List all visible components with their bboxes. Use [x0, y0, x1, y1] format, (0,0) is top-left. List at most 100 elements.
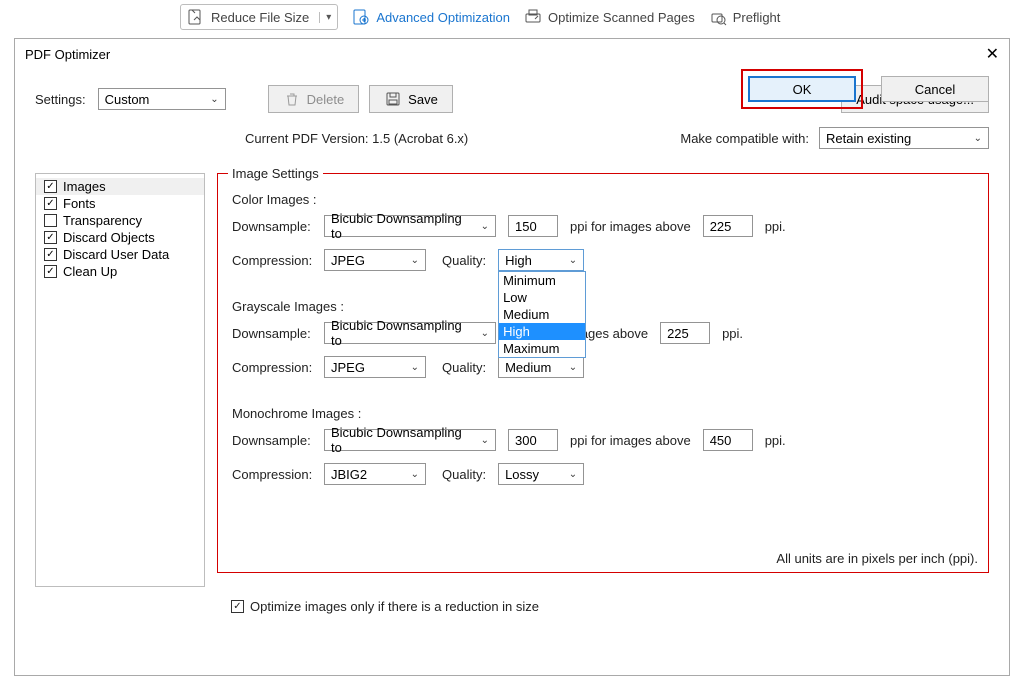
color-above-input[interactable] — [703, 215, 753, 237]
preflight-button[interactable]: Preflight — [709, 8, 781, 26]
ok-button-label: OK — [793, 82, 812, 97]
advanced-optimization-button[interactable]: Advanced Optimization — [352, 8, 510, 26]
grayscale-images-title: Grayscale Images : — [232, 299, 974, 314]
settings-select[interactable]: Custom ⌄ — [98, 88, 226, 110]
chevron-down-icon: ⌄ — [481, 328, 489, 339]
mono-downsample-value: Bicubic Downsampling to — [331, 425, 475, 455]
mono-compression-value: JBIG2 — [331, 467, 367, 482]
main-toolbar: Reduce File Size ▾ Advanced Optimization… — [0, 0, 1024, 34]
color-compression-select[interactable]: JPEG ⌄ — [324, 249, 426, 271]
save-button[interactable]: Save — [369, 85, 453, 113]
color-compression-value: JPEG — [331, 253, 365, 268]
gray-quality-value: Medium — [505, 360, 551, 375]
preflight-label: Preflight — [733, 10, 781, 25]
gray-compression-select[interactable]: JPEG ⌄ — [324, 356, 426, 378]
settings-select-value: Custom — [105, 92, 150, 107]
compatible-with-select[interactable]: Retain existing ⌄ — [819, 127, 989, 149]
color-ppi-input[interactable] — [508, 215, 558, 237]
image-settings-title: Image Settings — [228, 166, 323, 181]
gray-above-input[interactable] — [660, 322, 710, 344]
quality-label: Quality: — [442, 253, 486, 268]
monochrome-images-title: Monochrome Images : — [232, 406, 974, 421]
settings-label: Settings: — [35, 92, 86, 107]
category-checkbox[interactable] — [44, 214, 57, 227]
ppi-note: All units are in pixels per inch (ppi). — [776, 551, 978, 566]
chevron-down-icon: ⌄ — [411, 362, 419, 373]
category-checkbox[interactable] — [44, 248, 57, 261]
color-images-title: Color Images : — [232, 192, 974, 207]
delete-button-label: Delete — [307, 92, 345, 107]
ok-button[interactable]: OK — [748, 76, 856, 102]
chevron-down-icon[interactable]: ▾ — [319, 12, 331, 23]
quality-label: Quality: — [442, 360, 486, 375]
category-item[interactable]: Clean Up — [36, 263, 204, 280]
gray-downsample-select[interactable]: Bicubic Downsampling to ⌄ — [324, 322, 496, 344]
chevron-down-icon: ⌄ — [974, 133, 982, 144]
mono-ppi-input[interactable] — [508, 429, 558, 451]
mono-compression-select[interactable]: JBIG2 ⌄ — [324, 463, 426, 485]
category-checkbox[interactable] — [44, 231, 57, 244]
category-item[interactable]: Discard Objects — [36, 229, 204, 246]
color-quality-value: High — [505, 253, 532, 268]
optimize-scanned-button[interactable]: Optimize Scanned Pages — [524, 8, 695, 26]
ppi-above-label: ppi for images above — [570, 219, 691, 234]
chevron-down-icon: ⌄ — [210, 94, 218, 105]
quality-option[interactable]: High — [499, 323, 585, 340]
mono-above-input[interactable] — [703, 429, 753, 451]
mono-quality-value: Lossy — [505, 467, 539, 482]
gray-compression-value: JPEG — [331, 360, 365, 375]
mono-downsample-select[interactable]: Bicubic Downsampling to ⌄ — [324, 429, 496, 451]
chevron-down-icon: ⌄ — [411, 255, 419, 266]
category-item[interactable]: Transparency — [36, 212, 204, 229]
mono-quality-select[interactable]: Lossy ⌄ — [498, 463, 584, 485]
downsample-label: Downsample: — [232, 219, 312, 234]
category-item[interactable]: Discard User Data — [36, 246, 204, 263]
gray-quality-select[interactable]: Medium ⌄ — [498, 356, 584, 378]
cancel-button[interactable]: Cancel — [881, 76, 989, 102]
save-button-label: Save — [408, 92, 438, 107]
close-icon[interactable]: ✕ — [986, 44, 999, 64]
category-item[interactable]: Images — [36, 178, 204, 195]
compatible-with-value: Retain existing — [826, 131, 911, 146]
color-downsample-select[interactable]: Bicubic Downsampling to ⌄ — [324, 215, 496, 237]
chevron-down-icon: ⌄ — [411, 469, 419, 480]
category-checkbox[interactable] — [44, 265, 57, 278]
dialog-titlebar: PDF Optimizer ✕ — [15, 39, 1009, 69]
color-quality-select[interactable]: High ⌄ MinimumLowMediumHighMaximum — [498, 249, 584, 271]
optimize-only-checkbox[interactable] — [231, 600, 244, 613]
save-icon — [384, 90, 402, 108]
category-label: Discard Objects — [63, 230, 155, 245]
category-checkbox[interactable] — [44, 197, 57, 210]
delete-button[interactable]: Delete — [268, 85, 360, 113]
ppi-unit: ppi. — [765, 433, 786, 448]
trash-icon — [283, 90, 301, 108]
gray-downsample-value: Bicubic Downsampling to — [331, 318, 475, 348]
compression-label: Compression: — [232, 467, 312, 482]
quality-option[interactable]: Low — [499, 289, 585, 306]
category-label: Clean Up — [63, 264, 117, 279]
pdf-optimizer-dialog: PDF Optimizer ✕ Settings: Custom ⌄ Delet… — [14, 38, 1010, 676]
category-label: Discard User Data — [63, 247, 169, 262]
category-checkbox[interactable] — [44, 180, 57, 193]
category-label: Images — [63, 179, 106, 194]
ppi-above-label: ppi for images above — [570, 433, 691, 448]
dialog-title: PDF Optimizer — [25, 47, 110, 62]
pdf-version-label: Current PDF Version: 1.5 (Acrobat 6.x) — [245, 131, 468, 146]
preflight-icon — [709, 8, 727, 26]
compatible-with-label: Make compatible with: — [680, 131, 809, 146]
ok-highlight-frame: OK — [741, 69, 863, 109]
color-quality-dropdown: MinimumLowMediumHighMaximum — [498, 271, 586, 358]
optimize-scanned-icon — [524, 8, 542, 26]
chevron-down-icon: ⌄ — [569, 469, 577, 480]
image-settings-group: Image Settings Color Images : Downsample… — [217, 173, 989, 573]
quality-label: Quality: — [442, 467, 486, 482]
compression-label: Compression: — [232, 360, 312, 375]
chevron-down-icon: ⌄ — [569, 255, 577, 266]
advanced-optimization-icon — [352, 8, 370, 26]
quality-option[interactable]: Maximum — [499, 340, 585, 357]
reduce-file-size-button[interactable]: Reduce File Size ▾ — [180, 4, 338, 30]
category-item[interactable]: Fonts — [36, 195, 204, 212]
quality-option[interactable]: Minimum — [499, 272, 585, 289]
category-label: Transparency — [63, 213, 142, 228]
quality-option[interactable]: Medium — [499, 306, 585, 323]
